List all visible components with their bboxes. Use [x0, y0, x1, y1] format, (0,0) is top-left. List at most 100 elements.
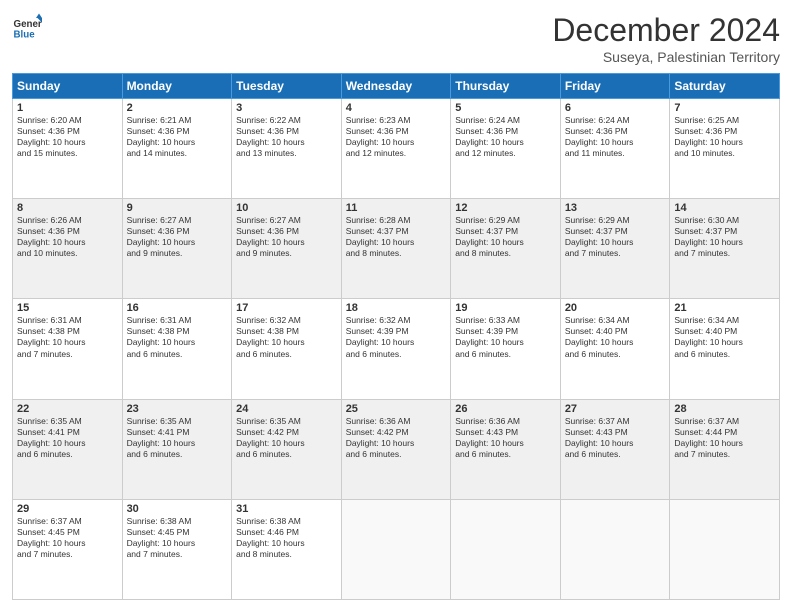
calendar-cell: 8Sunrise: 6:26 AMSunset: 4:36 PMDaylight… [13, 199, 123, 299]
calendar-cell: 9Sunrise: 6:27 AMSunset: 4:36 PMDaylight… [122, 199, 232, 299]
calendar-cell: 10Sunrise: 6:27 AMSunset: 4:36 PMDayligh… [232, 199, 342, 299]
day-number: 16 [127, 302, 228, 314]
calendar-cell: 6Sunrise: 6:24 AMSunset: 4:36 PMDaylight… [560, 99, 670, 199]
day-number: 10 [236, 202, 337, 214]
day-info: Sunrise: 6:23 AMSunset: 4:36 PMDaylight:… [346, 115, 447, 159]
calendar-cell: 7Sunrise: 6:25 AMSunset: 4:36 PMDaylight… [670, 99, 780, 199]
col-tuesday: Tuesday [232, 74, 342, 99]
day-info: Sunrise: 6:20 AMSunset: 4:36 PMDaylight:… [17, 115, 118, 159]
day-info: Sunrise: 6:38 AMSunset: 4:45 PMDaylight:… [127, 516, 228, 560]
calendar-cell: 23Sunrise: 6:35 AMSunset: 4:41 PMDayligh… [122, 399, 232, 499]
subtitle: Suseya, Palestinian Territory [552, 49, 780, 65]
day-number: 22 [17, 403, 118, 415]
day-info: Sunrise: 6:32 AMSunset: 4:39 PMDaylight:… [346, 315, 447, 359]
calendar-cell [670, 499, 780, 599]
day-info: Sunrise: 6:31 AMSunset: 4:38 PMDaylight:… [127, 315, 228, 359]
calendar-cell: 21Sunrise: 6:34 AMSunset: 4:40 PMDayligh… [670, 299, 780, 399]
col-thursday: Thursday [451, 74, 561, 99]
day-number: 4 [346, 102, 447, 114]
calendar-cell: 22Sunrise: 6:35 AMSunset: 4:41 PMDayligh… [13, 399, 123, 499]
calendar-cell [560, 499, 670, 599]
day-info: Sunrise: 6:22 AMSunset: 4:36 PMDaylight:… [236, 115, 337, 159]
logo-icon: General Blue [12, 12, 42, 42]
day-number: 25 [346, 403, 447, 415]
calendar-cell: 4Sunrise: 6:23 AMSunset: 4:36 PMDaylight… [341, 99, 451, 199]
calendar-cell: 11Sunrise: 6:28 AMSunset: 4:37 PMDayligh… [341, 199, 451, 299]
day-info: Sunrise: 6:36 AMSunset: 4:42 PMDaylight:… [346, 416, 447, 460]
day-info: Sunrise: 6:26 AMSunset: 4:36 PMDaylight:… [17, 215, 118, 259]
day-info: Sunrise: 6:33 AMSunset: 4:39 PMDaylight:… [455, 315, 556, 359]
day-number: 26 [455, 403, 556, 415]
calendar-cell: 24Sunrise: 6:35 AMSunset: 4:42 PMDayligh… [232, 399, 342, 499]
calendar-cell [451, 499, 561, 599]
day-info: Sunrise: 6:27 AMSunset: 4:36 PMDaylight:… [236, 215, 337, 259]
day-number: 27 [565, 403, 666, 415]
day-number: 20 [565, 302, 666, 314]
day-info: Sunrise: 6:29 AMSunset: 4:37 PMDaylight:… [455, 215, 556, 259]
calendar-cell [341, 499, 451, 599]
day-info: Sunrise: 6:32 AMSunset: 4:38 PMDaylight:… [236, 315, 337, 359]
day-number: 18 [346, 302, 447, 314]
day-info: Sunrise: 6:38 AMSunset: 4:46 PMDaylight:… [236, 516, 337, 560]
day-info: Sunrise: 6:24 AMSunset: 4:36 PMDaylight:… [565, 115, 666, 159]
calendar-cell: 29Sunrise: 6:37 AMSunset: 4:45 PMDayligh… [13, 499, 123, 599]
calendar-week-row-4: 22 Sunrise: 6:35 AMSunset: 4:41 PMDayligh… [13, 399, 780, 499]
day-info: Sunrise: 6:35 AMSunset: 4:42 PMDaylight:… [236, 416, 337, 460]
calendar-week-row-1: 1Sunrise: 6:20 AMSunset: 4:36 PMDaylight… [13, 99, 780, 199]
main-title: December 2024 [552, 12, 780, 49]
day-number: 17 [236, 302, 337, 314]
day-number: 9 [127, 202, 228, 214]
day-info: Sunrise: 6:29 AMSunset: 4:37 PMDaylight:… [565, 215, 666, 259]
col-monday: Monday [122, 74, 232, 99]
day-number: 29 [17, 503, 118, 515]
col-sunday: Sunday [13, 74, 123, 99]
calendar-cell: 25Sunrise: 6:36 AMSunset: 4:42 PMDayligh… [341, 399, 451, 499]
calendar-cell: 14Sunrise: 6:30 AMSunset: 4:37 PMDayligh… [670, 199, 780, 299]
day-info: Sunrise: 6:34 AMSunset: 4:40 PMDaylight:… [674, 315, 775, 359]
calendar-cell: 28Sunrise: 6:37 AMSunset: 4:44 PMDayligh… [670, 399, 780, 499]
day-info: Sunrise: 6:35 AMSunset: 4:41 PMDaylight:… [127, 416, 228, 460]
day-info: Sunrise: 6:34 AMSunset: 4:40 PMDaylight:… [565, 315, 666, 359]
day-info: Sunrise: 6:28 AMSunset: 4:37 PMDaylight:… [346, 215, 447, 259]
col-friday: Friday [560, 74, 670, 99]
day-info: Sunrise: 6:31 AMSunset: 4:38 PMDaylight:… [17, 315, 118, 359]
day-number: 2 [127, 102, 228, 114]
header: General Blue December 2024 Suseya, Pales… [12, 12, 780, 65]
calendar-cell: 18Sunrise: 6:32 AMSunset: 4:39 PMDayligh… [341, 299, 451, 399]
day-number: 7 [674, 102, 775, 114]
day-number: 23 [127, 403, 228, 415]
svg-text:General: General [14, 19, 43, 30]
calendar-cell: 27Sunrise: 6:37 AMSunset: 4:43 PMDayligh… [560, 399, 670, 499]
calendar-week-row-2: 8Sunrise: 6:26 AMSunset: 4:36 PMDaylight… [13, 199, 780, 299]
day-number: 6 [565, 102, 666, 114]
calendar-cell: 15Sunrise: 6:31 AMSunset: 4:38 PMDayligh… [13, 299, 123, 399]
calendar-cell: 5Sunrise: 6:24 AMSunset: 4:36 PMDaylight… [451, 99, 561, 199]
calendar-cell: 13Sunrise: 6:29 AMSunset: 4:37 PMDayligh… [560, 199, 670, 299]
calendar-cell: 26Sunrise: 6:36 AMSunset: 4:43 PMDayligh… [451, 399, 561, 499]
day-number: 19 [455, 302, 556, 314]
day-info: Sunrise: 6:30 AMSunset: 4:37 PMDaylight:… [674, 215, 775, 259]
calendar-cell: 19Sunrise: 6:33 AMSunset: 4:39 PMDayligh… [451, 299, 561, 399]
col-wednesday: Wednesday [341, 74, 451, 99]
calendar-header-row: Sunday Monday Tuesday Wednesday Thursday… [13, 74, 780, 99]
day-number: 5 [455, 102, 556, 114]
day-number: 11 [346, 202, 447, 214]
day-info: Sunrise: 6:25 AMSunset: 4:36 PMDaylight:… [674, 115, 775, 159]
day-number: 31 [236, 503, 337, 515]
title-block: December 2024 Suseya, Palestinian Territ… [552, 12, 780, 65]
day-number: 3 [236, 102, 337, 114]
calendar-week-row-5: 29Sunrise: 6:37 AMSunset: 4:45 PMDayligh… [13, 499, 780, 599]
day-number: 21 [674, 302, 775, 314]
calendar-cell: 31Sunrise: 6:38 AMSunset: 4:46 PMDayligh… [232, 499, 342, 599]
calendar-cell: 12Sunrise: 6:29 AMSunset: 4:37 PMDayligh… [451, 199, 561, 299]
logo: General Blue [12, 12, 42, 42]
day-info: Sunrise: 6:37 AMSunset: 4:43 PMDaylight:… [565, 416, 666, 460]
col-saturday: Saturday [670, 74, 780, 99]
calendar-table: Sunday Monday Tuesday Wednesday Thursday… [12, 73, 780, 600]
calendar-week-row-3: 15Sunrise: 6:31 AMSunset: 4:38 PMDayligh… [13, 299, 780, 399]
day-info: Sunrise: 6:37 AMSunset: 4:44 PMDaylight:… [674, 416, 775, 460]
day-number: 28 [674, 403, 775, 415]
calendar-cell: 17Sunrise: 6:32 AMSunset: 4:38 PMDayligh… [232, 299, 342, 399]
day-info: Sunrise: 6:27 AMSunset: 4:36 PMDaylight:… [127, 215, 228, 259]
day-number: 30 [127, 503, 228, 515]
